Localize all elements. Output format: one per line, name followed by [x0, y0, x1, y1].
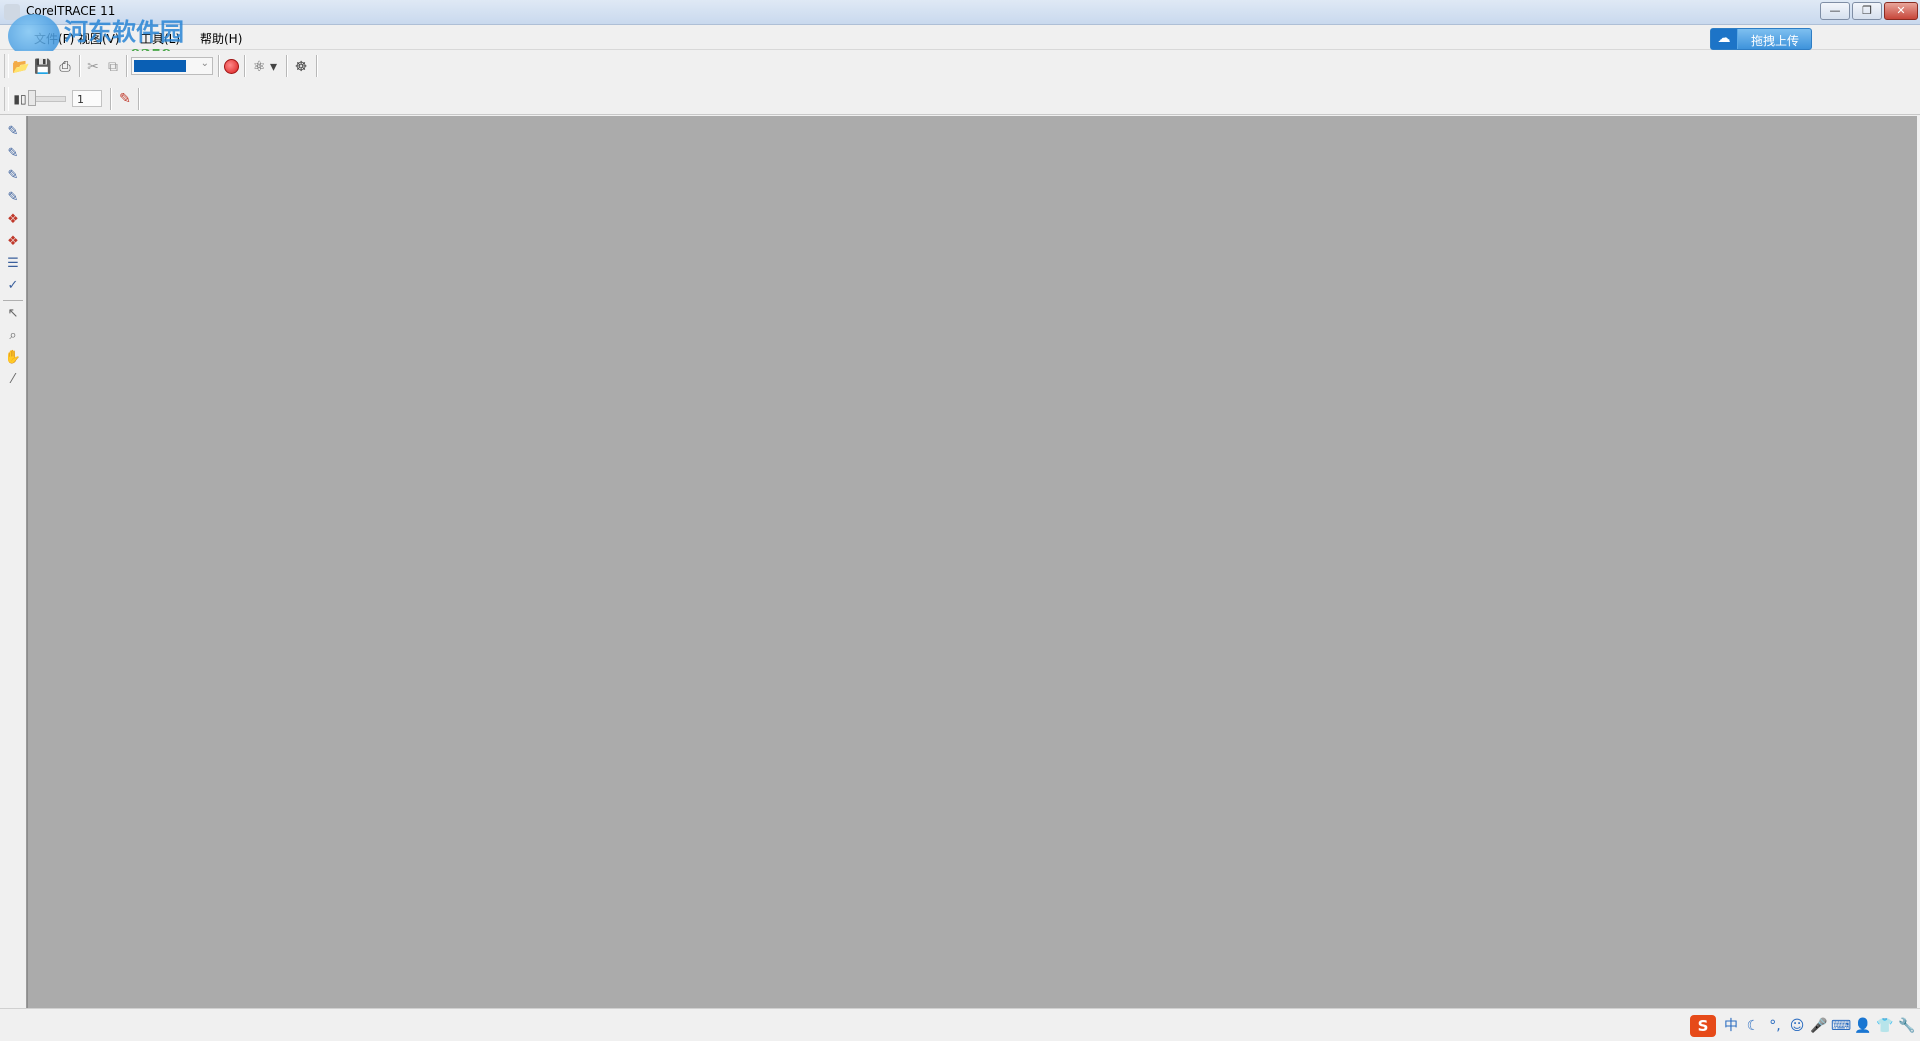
ime-skin-icon[interactable]: 👕 — [1874, 1015, 1896, 1037]
toolbar-separator — [316, 55, 318, 77]
toolbar-separator — [218, 55, 220, 77]
chevron-down-icon: ⌄ — [200, 58, 209, 69]
trace-sketch-icon[interactable]: ✎ — [3, 188, 23, 208]
ime-punctuation-icon[interactable]: °, — [1764, 1015, 1786, 1037]
open-icon[interactable]: 📂 — [10, 56, 32, 78]
sogou-ime-logo[interactable]: S — [1690, 1015, 1716, 1037]
color-swatch — [134, 60, 186, 72]
pen-trace-icon[interactable]: ✎ — [114, 88, 136, 110]
ime-settings-icon[interactable]: 🔧 — [1896, 1015, 1918, 1037]
cut-icon[interactable]: ✂ — [82, 56, 104, 78]
ime-emoji-icon[interactable]: ☺ — [1786, 1015, 1808, 1037]
scan-dropdown-icon[interactable]: ⚛ ▾ — [248, 56, 282, 78]
trace-centerline-icon[interactable]: ✎ — [3, 144, 23, 164]
coreltrace-window: CorelTRACE 11 — ❐ ✕ 文件(F) 视图(V) 工具(L) 帮助… — [0, 0, 1920, 1041]
ime-user-icon[interactable]: 👤 — [1852, 1015, 1874, 1037]
toolbar-separator — [110, 88, 112, 110]
trace-mosaic-icon[interactable]: ❖ — [3, 210, 23, 230]
record-icon[interactable] — [224, 59, 239, 74]
smoothing-slider-thumb[interactable] — [28, 90, 36, 106]
trace-3d-mosaic-icon[interactable]: ❖ — [3, 232, 23, 252]
smoothing-input[interactable]: 1 — [72, 90, 102, 107]
workspace-canvas[interactable] — [27, 116, 1917, 1008]
close-button[interactable]: ✕ — [1884, 2, 1918, 20]
toolbar-separator — [286, 55, 288, 77]
zoom-tool-icon[interactable]: ⌕ — [3, 326, 23, 346]
toolbar-separator — [126, 55, 128, 77]
ime-voice-icon[interactable]: 🎤 — [1808, 1015, 1830, 1037]
menu-view[interactable]: 视图(V) — [74, 29, 124, 48]
eyedropper-tool-icon[interactable]: ⁄ — [3, 370, 23, 390]
pick-tool-icon[interactable]: ↖ — [3, 304, 23, 324]
color-select[interactable]: ⌄ — [131, 57, 213, 75]
trace-form-icon[interactable]: ☰ — [3, 254, 23, 274]
tool-separator — [3, 300, 23, 301]
minimize-button[interactable]: — — [1820, 2, 1850, 20]
property-toolbar: ▮▯ 1 ✎ — [0, 84, 1920, 115]
menu-tools[interactable]: 工具(L) — [136, 29, 184, 48]
toolbar-separator — [138, 88, 140, 110]
app-icon[interactable] — [4, 4, 20, 20]
cloud-icon: ☁ — [1711, 29, 1738, 49]
restore-button[interactable]: ❐ — [1852, 2, 1882, 20]
menu-bar: 文件(F) 视图(V) 工具(L) 帮助(H) ☁ 拖拽上传 — [0, 25, 1920, 50]
window-title: CorelTRACE 11 — [26, 4, 116, 18]
title-bar: CorelTRACE 11 — ❐ ✕ — [0, 0, 1920, 25]
trace-ocr-icon[interactable]: ✓ — [3, 276, 23, 296]
tool-palette: ✎ ✎ ✎ ✎ ❖ ❖ ☰ ✓ ↖ ⌕ ✋ ⁄ — [0, 116, 27, 1008]
trace-settings-icon[interactable]: ☸ — [290, 56, 312, 78]
save-icon[interactable]: 💾 — [32, 56, 54, 78]
copy-icon[interactable]: ⧉ — [102, 56, 124, 78]
menu-help[interactable]: 帮助(H) — [196, 29, 246, 48]
upload-button-label: 拖拽上传 — [1751, 34, 1800, 48]
upload-button[interactable]: ☁ 拖拽上传 — [1710, 28, 1812, 50]
acquire-icon[interactable]: ⎙ — [54, 56, 76, 78]
status-bar: S 中 ☾ °, ☺ 🎤 ⌨ 👤 👕 🔧 — [0, 1008, 1920, 1041]
ime-chinese-mode[interactable]: 中 — [1720, 1015, 1742, 1037]
toolbar-grip[interactable] — [4, 54, 9, 78]
trace-outline-icon[interactable]: ✎ — [3, 122, 23, 142]
ime-keyboard-icon[interactable]: ⌨ — [1830, 1015, 1852, 1037]
main-toolbar: 📂 💾 ⎙ ✂ ⧉ ⌄ ⚛ ▾ ☸ — [0, 51, 1920, 83]
toolbar-separator — [244, 55, 246, 77]
trace-woodcut-icon[interactable]: ✎ — [3, 166, 23, 186]
ime-halfwidth-icon[interactable]: ☾ — [1742, 1015, 1764, 1037]
hand-tool-icon[interactable]: ✋ — [3, 348, 23, 368]
menu-file[interactable]: 文件(F) — [30, 29, 78, 48]
toolbar-separator — [79, 55, 81, 77]
